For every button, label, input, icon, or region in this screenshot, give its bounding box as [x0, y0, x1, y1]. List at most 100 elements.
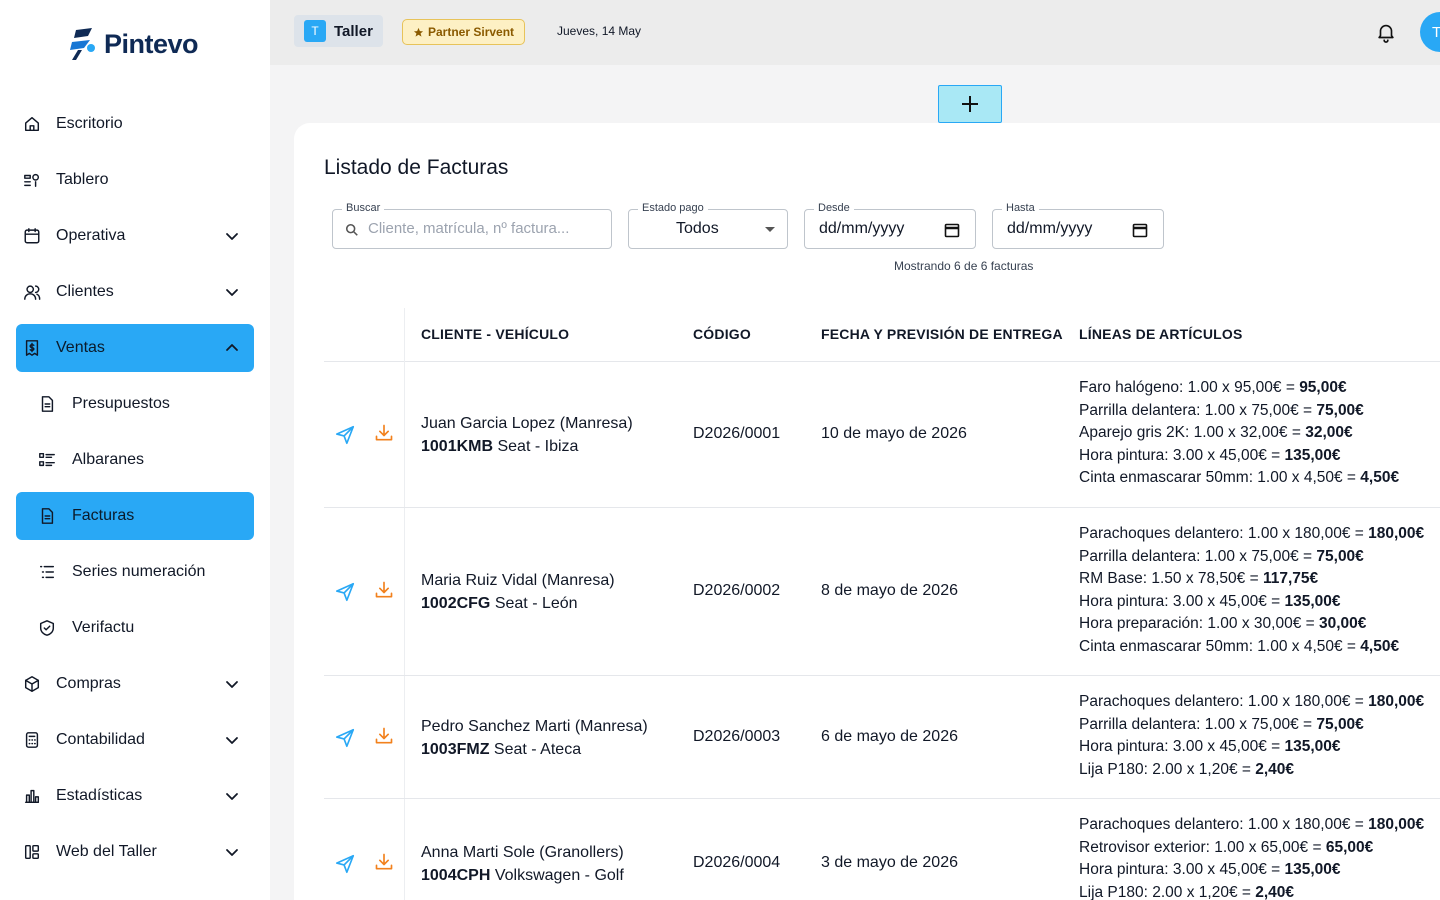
workshop-selector[interactable]: T Taller: [294, 15, 383, 47]
download-icon[interactable]: [374, 580, 394, 602]
article-line-total: 95,00€: [1299, 379, 1347, 396]
user-avatar[interactable]: T: [1420, 12, 1440, 52]
search-input[interactable]: Buscar Cliente, matrícula, nº factura...: [332, 202, 612, 249]
article-line-total: 32,00€: [1305, 424, 1353, 442]
calendar-icon[interactable]: [944, 222, 960, 238]
vehicle-info: 1004CPH Volkswagen - Golf: [421, 864, 624, 887]
invoice-code[interactable]: D2026/0001: [693, 425, 780, 443]
article-lines: Parachoques delantero: 1.00 x 180,00€ = …: [1079, 523, 1424, 659]
article-line: Hora preparación: 1.00 x 30,00€ = 30,00€: [1079, 613, 1424, 636]
article-line: Faro halógeno: 1.00 x 95,00€ = 95,00€: [1079, 377, 1399, 400]
partner-label: Partner Sirvent: [428, 25, 515, 39]
date-to-input[interactable]: Hasta dd/mm/yyyy: [992, 202, 1164, 249]
table-row[interactable]: Anna Marti Sole (Granollers) 1004CPH Volk…: [324, 799, 1440, 900]
article-line-desc: Parachoques delantero: 1.00 x 180,00€ =: [1079, 525, 1369, 542]
send-icon[interactable]: [334, 727, 356, 749]
brand-logo[interactable]: Pintevo: [64, 26, 199, 62]
send-icon[interactable]: [334, 424, 356, 446]
article-line: Retrovisor exterior: 1.00 x 65,00€ = 65,…: [1079, 837, 1424, 860]
article-line-desc: Retrovisor exterior: 1.00 x 65,00€ =: [1079, 838, 1326, 856]
client-name: Pedro Sanchez Marti (Manresa): [421, 718, 648, 735]
article-line-total: 135,00€: [1284, 861, 1341, 879]
chevron-down-icon[interactable]: [224, 676, 240, 692]
article-line: Hora pintura: 3.00 x 45,00€ = 135,00€: [1079, 859, 1424, 882]
article-line-total: 30,00€: [1318, 615, 1367, 633]
article-lines: Parachoques delantero: 1.00 x 180,00€ = …: [1079, 691, 1424, 781]
sidebar-item-1[interactable]: Tablero: [16, 156, 254, 204]
table-row[interactable]: Juan Garcia Lopez (Manresa) 1001KMB Seat …: [324, 362, 1440, 508]
sidebar-item-label: Operativa: [56, 227, 126, 244]
chevron-down-icon[interactable]: [224, 228, 240, 244]
calendar-icon[interactable]: [1132, 222, 1148, 238]
sidebar-item-12[interactable]: Estadísticas: [16, 772, 254, 820]
column-header-code[interactable]: CÓDIGO: [693, 326, 751, 342]
client-name: Maria Ruiz Vidal (Manresa): [421, 572, 615, 589]
article-line-desc: Faro halógeno: 1.00 x 95,00€ =: [1079, 379, 1300, 396]
sidebar-item-8[interactable]: Series numeración: [16, 548, 254, 596]
chevron-down-icon[interactable]: [224, 732, 240, 748]
sidebar-item-6[interactable]: Albaranes: [16, 436, 254, 484]
date-to-label: Hasta: [1002, 202, 1039, 214]
article-line-desc: Hora pintura: 3.00 x 45,00€ =: [1079, 446, 1285, 464]
payment-status-select[interactable]: Estado pago Todos: [628, 202, 788, 249]
download-icon[interactable]: [374, 852, 394, 874]
sidebar-item-2[interactable]: Operativa: [16, 212, 254, 260]
send-icon[interactable]: [334, 853, 356, 875]
invoices-card: Listado de Facturas Buscar Cliente, matr…: [294, 123, 1440, 900]
article-line-desc: Parachoques delantero: 1.00 x 180,00€ =: [1079, 816, 1369, 833]
document-icon: [38, 395, 56, 413]
search-label: Buscar: [342, 202, 385, 214]
partner-badge: Partner Sirvent: [402, 19, 526, 45]
bell-icon[interactable]: [1375, 21, 1397, 43]
column-header-date[interactable]: FECHA Y PREVISIÓN DE ENTREGA: [821, 326, 1063, 342]
invoice-code[interactable]: D2026/0003: [693, 728, 780, 746]
sidebar-item-0[interactable]: Escritorio: [16, 100, 254, 148]
table-row[interactable]: Pedro Sanchez Marti (Manresa) 1003FMZ Sea…: [324, 676, 1440, 799]
chevron-down-icon[interactable]: [224, 844, 240, 860]
date-from-input[interactable]: Desde dd/mm/yyyy: [804, 202, 976, 249]
column-header-client[interactable]: CLIENTE - VEHÍCULO: [421, 326, 569, 342]
download-icon[interactable]: [374, 423, 394, 445]
sidebar-item-9[interactable]: Verifactu: [16, 604, 254, 652]
column-header-lines[interactable]: LÍNEAS DE ARTÍCULOS: [1079, 326, 1243, 342]
invoice-code[interactable]: D2026/0004: [693, 854, 780, 872]
sidebar-item-5[interactable]: Presupuestos: [16, 380, 254, 428]
article-line-desc: Hora pintura: 3.00 x 45,00€ =: [1079, 861, 1285, 879]
article-line-total: 75,00€: [1316, 401, 1364, 419]
sidebar-item-11[interactable]: Contabilidad: [16, 716, 254, 764]
invoice-code[interactable]: D2026/0002: [693, 582, 780, 600]
page-title: Listado de Facturas: [324, 156, 509, 179]
sidebar-item-13[interactable]: Web del Taller: [16, 828, 254, 876]
table-header: CLIENTE - VEHÍCULO CÓDIGO FECHA Y PREVIS…: [324, 308, 1440, 362]
home-icon: [23, 115, 41, 133]
pintevo-logo-icon: [70, 28, 95, 60]
payment-status-value: Todos: [676, 220, 719, 237]
sidebar-item-10[interactable]: Compras: [16, 660, 254, 708]
article-lines: Parachoques delantero: 1.00 x 180,00€ = …: [1079, 814, 1424, 900]
search-placeholder: Cliente, matrícula, nº factura...: [368, 220, 570, 237]
download-icon[interactable]: [374, 726, 394, 748]
table-row[interactable]: Maria Ruiz Vidal (Manresa) 1002CFG Seat -…: [324, 508, 1440, 676]
sidebar-item-7[interactable]: Facturas: [16, 492, 254, 540]
article-line-total: 75,00€: [1316, 547, 1364, 565]
client-vehicle-cell: Anna Marti Sole (Granollers) 1004CPH Volk…: [421, 841, 624, 887]
dropdown-caret-icon: [765, 227, 775, 232]
chevron-up-icon[interactable]: [224, 340, 240, 356]
article-line-total: 180,00€: [1368, 525, 1425, 542]
top-bar: T Taller Partner Sirvent Jueves, 14 May …: [270, 0, 1440, 65]
sidebar-item-label: Clientes: [56, 283, 114, 300]
article-line: Hora pintura: 3.00 x 45,00€ = 135,00€: [1079, 736, 1424, 759]
sidebar-item-4[interactable]: Ventas: [16, 324, 254, 372]
sidebar-item-3[interactable]: Clientes: [16, 268, 254, 316]
article-line-total: 4,50€: [1360, 469, 1400, 487]
article-line-desc: Lija P180: 2.00 x 1,20€ =: [1079, 883, 1256, 900]
chevron-down-icon[interactable]: [224, 788, 240, 804]
layout-icon: [23, 843, 41, 861]
send-icon[interactable]: [334, 581, 356, 603]
calendar-icon: [23, 227, 41, 245]
add-invoice-button[interactable]: [938, 85, 1002, 123]
article-line-total: 4,50€: [1360, 637, 1400, 655]
article-line-desc: Hora pintura: 3.00 x 45,00€ =: [1079, 592, 1285, 610]
chevron-down-icon[interactable]: [224, 284, 240, 300]
article-line-desc: Hora preparación: 1.00 x 30,00€ =: [1079, 615, 1319, 633]
